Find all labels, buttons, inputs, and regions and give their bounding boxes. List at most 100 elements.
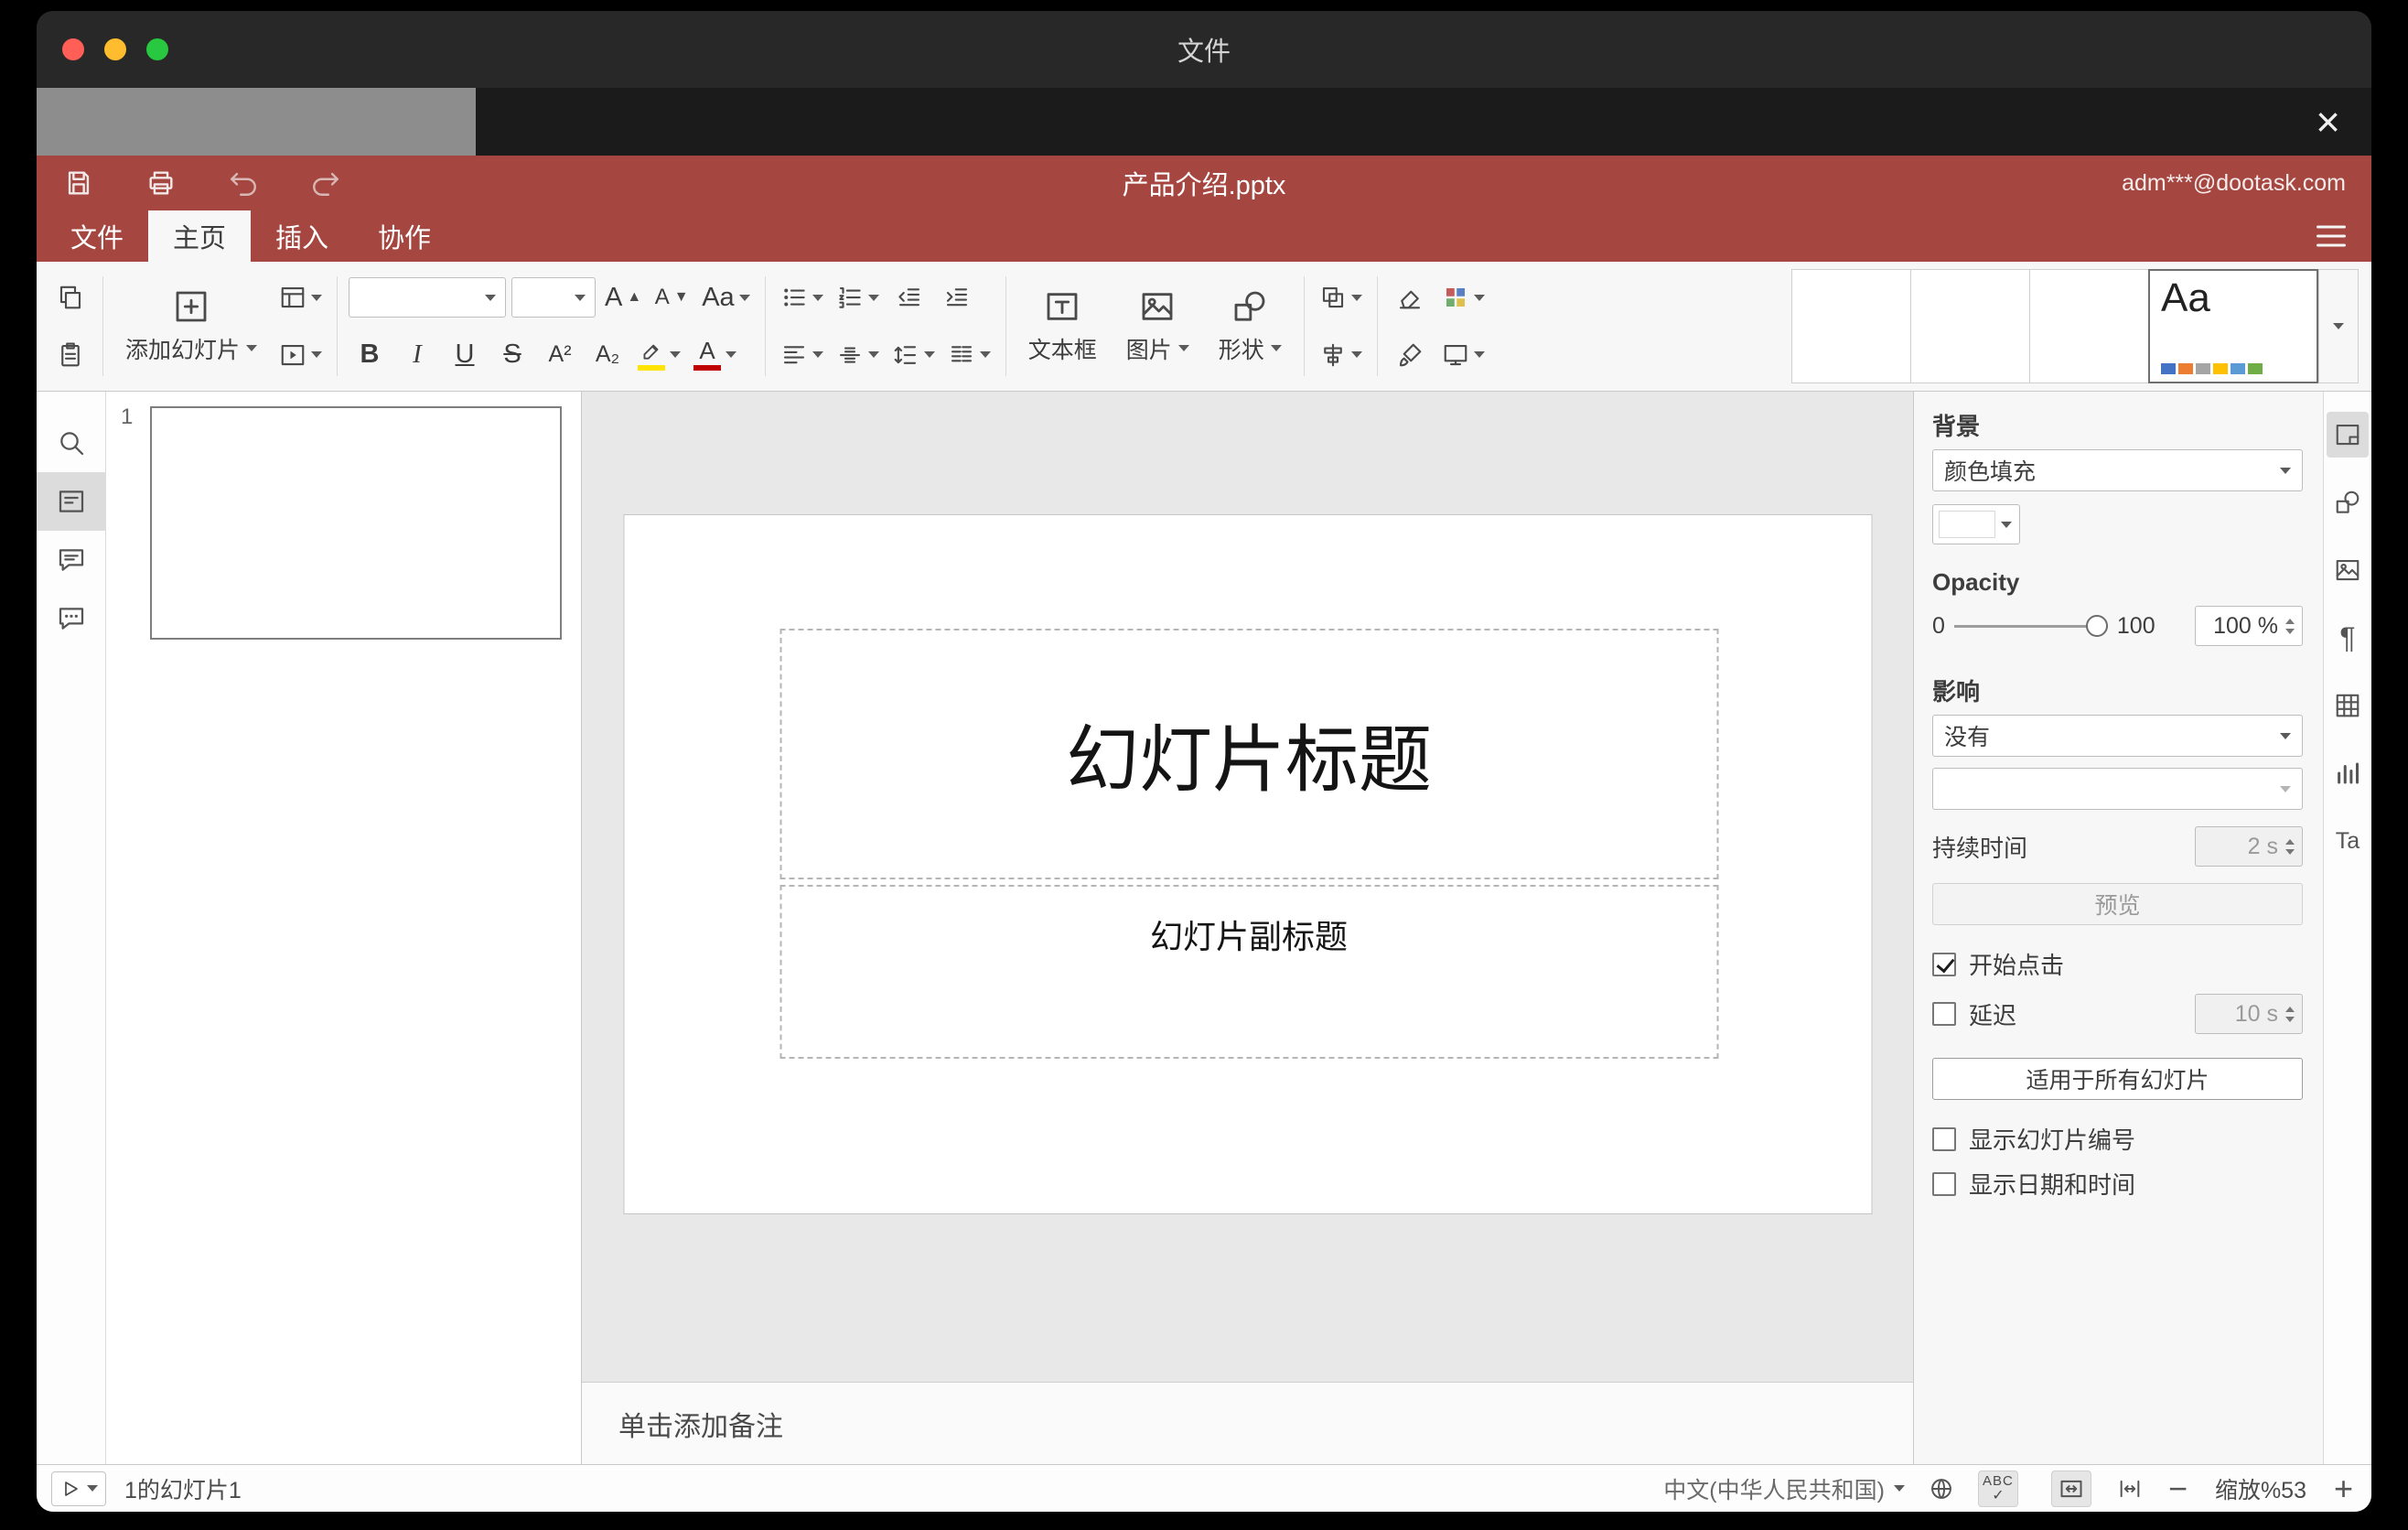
slide-thumbnail[interactable] (150, 406, 562, 640)
change-case-button[interactable]: Aa (698, 275, 753, 319)
paste-button[interactable] (49, 333, 91, 377)
theme-item[interactable] (1910, 269, 2029, 383)
increase-font-letter: A (605, 282, 623, 312)
spinner-down-icon[interactable] (2285, 628, 2295, 634)
font-name-select[interactable] (349, 277, 507, 318)
undo-button[interactable] (225, 165, 262, 201)
paragraph-settings-button[interactable]: ¶ (2327, 615, 2369, 661)
tab-insert[interactable]: 插入 (251, 210, 353, 262)
add-slide-button[interactable]: 添加幻灯片 (114, 269, 268, 383)
insert-textbox-button[interactable]: 文本框 (1017, 269, 1108, 383)
strikethrough-button[interactable]: S (491, 333, 533, 377)
shape-settings-button[interactable] (2327, 479, 2369, 525)
subscript-button[interactable]: A₂ (586, 333, 629, 377)
superscript-button[interactable]: A² (539, 333, 581, 377)
language-select[interactable]: 中文(中华人民共和国) (1663, 1472, 1905, 1505)
bullets-button[interactable] (777, 275, 827, 319)
delay-checkbox[interactable] (1932, 1002, 1956, 1026)
numbering-button[interactable] (833, 275, 883, 319)
start-on-click-checkbox[interactable] (1932, 952, 1956, 976)
tab-home[interactable]: 主页 (148, 210, 252, 262)
copy-button[interactable] (49, 275, 91, 319)
start-slideshow-statusbar-button[interactable] (51, 1471, 106, 1506)
zoom-in-button[interactable]: + (2334, 1471, 2353, 1505)
slide-size-button[interactable] (1438, 333, 1489, 377)
chat-button[interactable] (37, 589, 106, 648)
theme-gallery-expand-button[interactable] (2318, 269, 2359, 383)
print-button[interactable] (143, 165, 179, 201)
effect-select[interactable]: 没有 (1932, 715, 2303, 757)
textart-settings-button[interactable]: Ta (2327, 818, 2369, 864)
tab-file[interactable]: 文件 (46, 210, 148, 262)
copy-style-button[interactable] (1389, 333, 1431, 377)
slide-layout-button[interactable] (275, 275, 326, 319)
close-icon[interactable] (62, 38, 84, 60)
font-size-select[interactable] (511, 277, 597, 318)
notes-area[interactable]: 单击添加备注 (582, 1382, 1913, 1464)
apply-to-all-slides-button[interactable]: 适用于所有幻灯片 (1932, 1058, 2303, 1100)
subtitle-placeholder[interactable]: 幻灯片副标题 (779, 885, 1718, 1059)
italic-button[interactable]: I (396, 333, 438, 377)
fit-width-button[interactable] (2110, 1471, 2150, 1507)
chart-settings-button[interactable] (2327, 750, 2369, 796)
fill-color-swatch-button[interactable] (1932, 504, 2020, 544)
spinner-down-icon[interactable] (2285, 1016, 2295, 1022)
close-editor-button[interactable]: × (2316, 101, 2340, 143)
insert-image-button[interactable]: 图片 (1115, 269, 1200, 383)
search-button[interactable] (37, 414, 106, 472)
comments-button[interactable] (37, 531, 106, 589)
shape-align-button[interactable] (1316, 333, 1366, 377)
spinner-down-icon[interactable] (2285, 848, 2295, 855)
spinner-up-icon[interactable] (2285, 838, 2295, 845)
opacity-slider[interactable] (1953, 613, 2108, 639)
show-date-time-checkbox[interactable] (1932, 1171, 1956, 1196)
decrease-indent-button[interactable] (888, 275, 930, 319)
redo-button[interactable] (307, 165, 344, 201)
decrease-font-button[interactable]: A ▼ (650, 275, 693, 319)
font-color-button[interactable]: A (690, 333, 740, 377)
color-scheme-button[interactable] (1438, 275, 1489, 319)
slide-settings-button[interactable] (2327, 412, 2369, 458)
vertical-align-button[interactable] (833, 333, 883, 377)
increase-font-button[interactable]: A ▲ (601, 275, 645, 319)
slide-canvas[interactable]: 幻灯片标题 幻灯片副标题 (582, 392, 1913, 1382)
spinner-up-icon[interactable] (2285, 1006, 2295, 1012)
fill-type-select[interactable]: 颜色填充 (1932, 449, 2303, 491)
insert-shape-button[interactable]: 形状 (1208, 269, 1293, 383)
duration-spinner[interactable]: 2 s (2195, 826, 2303, 867)
bold-button[interactable]: B (349, 333, 391, 377)
theme-item[interactable] (2029, 269, 2148, 383)
table-settings-button[interactable] (2327, 683, 2369, 728)
zoom-icon[interactable] (146, 38, 168, 60)
clear-style-button[interactable] (1389, 275, 1431, 319)
tab-collaboration[interactable]: 协作 (353, 210, 456, 262)
document-language-button[interactable] (1921, 1471, 1962, 1507)
underline-button[interactable]: U (444, 333, 486, 377)
line-spacing-button[interactable] (888, 333, 939, 377)
show-slide-number-checkbox[interactable] (1932, 1126, 1956, 1151)
arrange-button[interactable] (1316, 275, 1366, 319)
theme-item[interactable] (1791, 269, 1910, 383)
zoom-out-button[interactable]: − (2168, 1471, 2188, 1505)
spellcheck-button[interactable]: ABC ✓ (1977, 1470, 2018, 1507)
opacity-slider-knob[interactable] (2085, 615, 2108, 637)
image-settings-button[interactable] (2327, 547, 2369, 593)
start-slideshow-button[interactable] (275, 333, 326, 377)
preview-button[interactable]: 预览 (1932, 883, 2303, 925)
highlight-color-button[interactable] (634, 333, 684, 377)
hamburger-menu-icon[interactable] (2317, 225, 2346, 247)
minimize-icon[interactable] (104, 38, 126, 60)
theme-item-selected[interactable]: Aa (2148, 269, 2318, 383)
effect-variant-select[interactable] (1932, 768, 2303, 810)
spinner-up-icon[interactable] (2285, 618, 2295, 624)
slide[interactable]: 幻灯片标题 幻灯片副标题 (623, 514, 1872, 1214)
columns-button[interactable] (944, 333, 994, 377)
opacity-spinner[interactable]: 100 % (2195, 606, 2303, 646)
horizontal-align-button[interactable] (777, 333, 827, 377)
title-placeholder[interactable]: 幻灯片标题 (779, 629, 1718, 879)
delay-spinner[interactable]: 10 s (2195, 994, 2303, 1034)
slides-panel-button[interactable] (37, 472, 106, 531)
fit-slide-button[interactable] (2050, 1470, 2091, 1507)
save-button[interactable] (60, 165, 97, 201)
increase-indent-button[interactable] (936, 275, 978, 319)
